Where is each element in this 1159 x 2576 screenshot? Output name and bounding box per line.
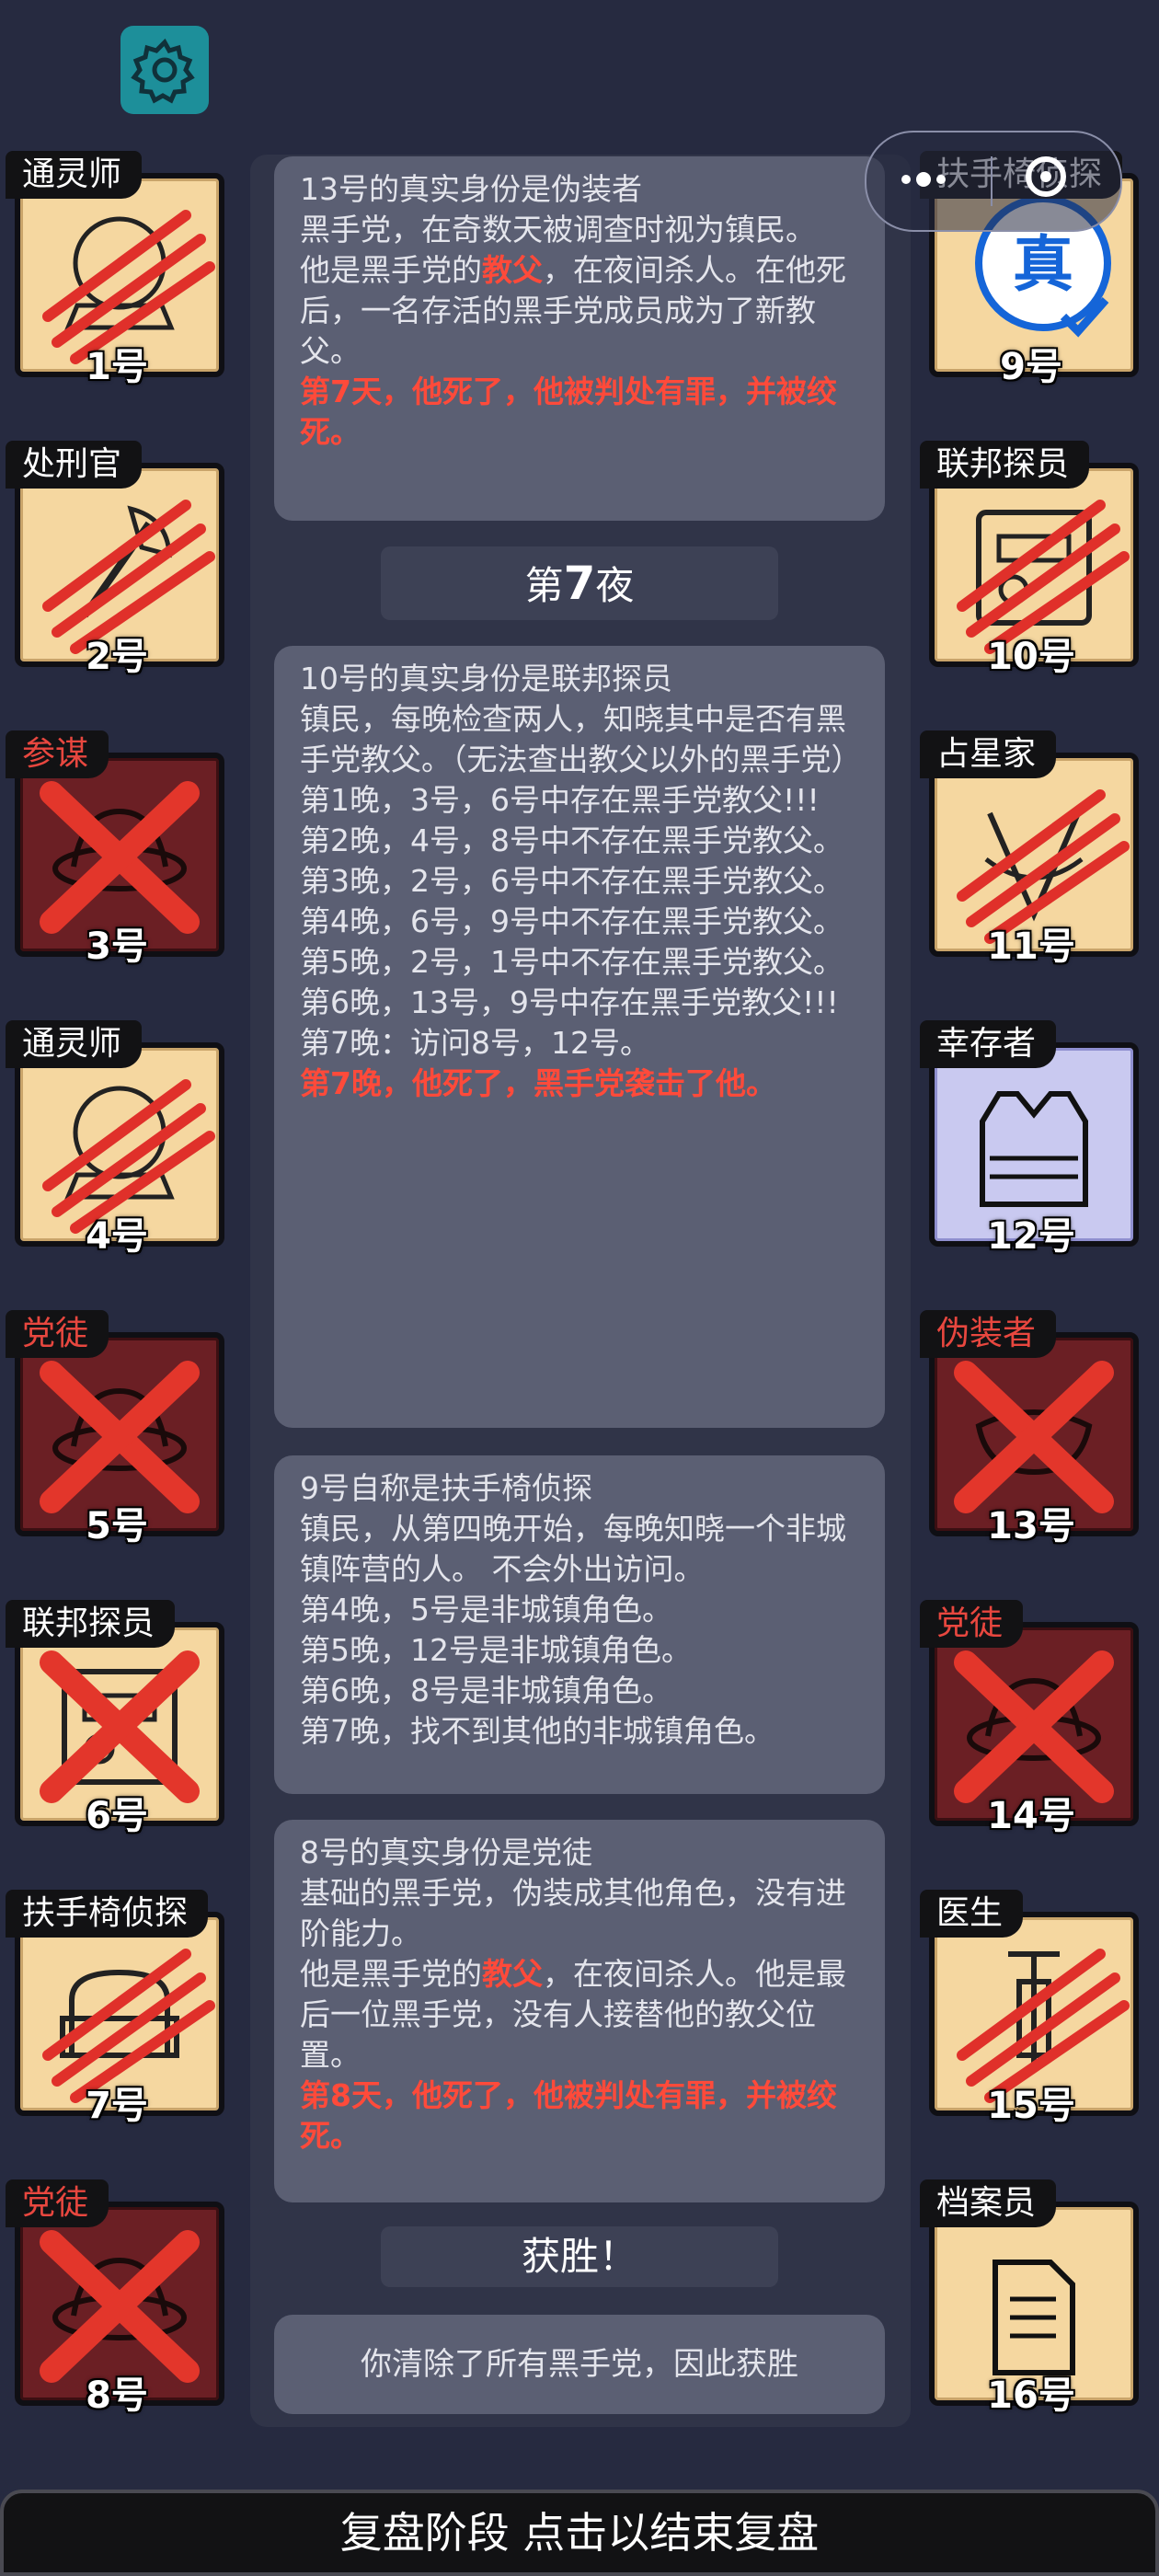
- player-role-label: 党徒: [920, 1600, 1024, 1648]
- log-line: 黑手党，在奇数天被调查时视为镇民。: [300, 212, 816, 247]
- player-card[interactable]: 档案员 16号: [920, 2179, 1142, 2417]
- log-line: 第7晚：访问8号，12号。: [300, 1025, 650, 1061]
- log-line: 镇民，每晚检查两人，知晓其中是否有黑手党教父。（无法查出教父以外的黑手党）: [300, 701, 862, 777]
- log-line: 9号自称是扶手椅侦探: [300, 1470, 592, 1506]
- player-role-label: 医生: [920, 1890, 1024, 1938]
- player-role-label: 参谋: [6, 730, 109, 778]
- player-number: 12号: [987, 1215, 1075, 1258]
- player-number: 3号: [86, 926, 148, 968]
- more-dots-icon[interactable]: [901, 169, 951, 188]
- log-line: 他是黑手党的教父，在夜间杀人。他是最后一位黑手党，没有人接替他的教父位置。: [300, 1956, 846, 2073]
- player-card[interactable]: 党徒 5号: [6, 1310, 228, 1547]
- player-number: 15号: [987, 2085, 1075, 2127]
- log-line: 第3晚，2号，6号中不存在黑手党教父。: [300, 863, 843, 899]
- night-header: 第7夜: [381, 546, 778, 620]
- mini-program-capsule: [865, 131, 1122, 232]
- player-number: 9号: [1000, 346, 1062, 388]
- capsule-divider: [991, 156, 993, 206]
- log-line: 基础的黑手党，伪装成其他角色，没有进阶能力。: [300, 1875, 846, 1951]
- player-card[interactable]: 通灵师 1号: [6, 151, 228, 388]
- player-card[interactable]: 幸存者 12号: [920, 1020, 1142, 1258]
- log-line: 第5晚，12号是非城镇角色。: [300, 1632, 692, 1668]
- player-number: 1号: [86, 346, 148, 388]
- player-role-label: 占星家: [920, 730, 1057, 778]
- death-cross-icon: [40, 1650, 200, 1803]
- log-line: 第2晚，4号，8号中不存在黑手党教父。: [300, 822, 843, 858]
- death-note: 第8天，他死了，他被判处有罪，并被绞死。: [300, 2077, 837, 2154]
- settings-button[interactable]: [120, 26, 209, 114]
- log-line: 第6晚，8号是非城镇角色。: [300, 1673, 672, 1708]
- log-entry-13: 13号的真实身份是伪装者 黑手党，在奇数天被调查时视为镇民。 他是黑手党的教父，…: [274, 156, 885, 521]
- player-role-label: 通灵师: [6, 151, 143, 199]
- player-role-label: 处刑官: [6, 441, 143, 489]
- result-text: 你清除了所有黑手党，因此获胜: [274, 2315, 885, 2414]
- player-card[interactable]: 扶手椅侦探 7号: [6, 1890, 228, 2127]
- victory-header: 获胜！: [381, 2226, 778, 2287]
- player-number: 4号: [86, 1215, 148, 1258]
- log-line: 第4晚，5号是非城镇角色。: [300, 1592, 672, 1627]
- player-number: 13号: [987, 1505, 1075, 1547]
- keyword-godfather: 教父: [482, 1956, 543, 1992]
- keyword-godfather: 教父: [482, 252, 543, 288]
- player-role-label: 档案员: [920, 2179, 1057, 2227]
- log-entry-8: 8号的真实身份是党徒 基础的黑手党，伪装成其他角色，没有进阶能力。 他是黑手党的…: [274, 1820, 885, 2202]
- log-entry-10: 10号的真实身份是联邦探员 镇民，每晚检查两人，知晓其中是否有黑手党教父。（无法…: [274, 646, 885, 1428]
- log-line: 第5晚，2号，1号中不存在黑手党教父。: [300, 944, 843, 980]
- player-card[interactable]: 医生 15号: [920, 1890, 1142, 2127]
- player-number: 14号: [987, 1795, 1075, 1837]
- player-role-label: 扶手椅侦探: [6, 1890, 209, 1938]
- player-card[interactable]: 伪装者 13号: [920, 1310, 1142, 1547]
- death-note: 第7天，他死了，他被判处有罪，并被绞死。: [300, 374, 837, 450]
- log-line: 10号的真实身份是联邦探员: [300, 661, 672, 696]
- log-line: 镇民，从第四晚开始，每晚知晓一个非城镇阵营的人。 不会外出访问。: [300, 1511, 846, 1587]
- player-role-label: 联邦探员: [6, 1600, 176, 1648]
- player-number: 2号: [86, 636, 148, 678]
- player-role-label: 幸存者: [920, 1020, 1057, 1068]
- player-number: 11号: [987, 926, 1075, 968]
- player-number: 10号: [987, 636, 1075, 678]
- player-number: 5号: [86, 1505, 148, 1547]
- log-entry-9: 9号自称是扶手椅侦探 镇民，从第四晚开始，每晚知晓一个非城镇阵营的人。 不会外出…: [274, 1455, 885, 1794]
- log-line: 第1晚，3号，6号中存在黑手党教父!!!: [300, 782, 820, 818]
- death-cross-icon: [954, 1361, 1114, 1513]
- player-card[interactable]: 占星家 11号: [920, 730, 1142, 968]
- player-number: 7号: [86, 2085, 148, 2127]
- player-role-label: 伪装者: [920, 1310, 1057, 1358]
- player-card[interactable]: 通灵师 4号: [6, 1020, 228, 1258]
- player-number: 8号: [86, 2375, 148, 2417]
- player-role-label: 联邦探员: [920, 441, 1090, 489]
- log-line: 13号的真实身份是伪装者: [300, 171, 642, 207]
- player-number: 16号: [987, 2375, 1075, 2417]
- svg-text:真: 真: [1013, 229, 1073, 300]
- player-card[interactable]: 联邦探员 10号: [920, 441, 1142, 678]
- close-circle-icon[interactable]: [1026, 156, 1066, 197]
- log-line: 第4晚，6号，9号中不存在黑手党教父。: [300, 903, 843, 939]
- player-card[interactable]: 联邦探员 6号: [6, 1600, 228, 1837]
- log-line: 他是黑手党的教父，在夜间杀人。在他死后，一名存活的黑手党成员成为了新教父。: [300, 252, 846, 369]
- player-role-label: 党徒: [6, 1310, 109, 1358]
- player-role-label: 通灵师: [6, 1020, 143, 1068]
- log-line: 第7晚，找不到其他的非城镇角色。: [300, 1713, 775, 1749]
- player-card[interactable]: 参谋 3号: [6, 730, 228, 968]
- log-line: 第6晚，13号，9号中存在黑手党教父!!!: [300, 984, 839, 1020]
- gear-icon: [131, 38, 195, 104]
- player-card[interactable]: 党徒 8号: [6, 2179, 228, 2417]
- player-card[interactable]: 党徒 14号: [920, 1600, 1142, 1837]
- player-card[interactable]: 处刑官 2号: [6, 441, 228, 678]
- player-number: 6号: [86, 1795, 148, 1837]
- log-line: 8号的真实身份是党徒: [300, 1834, 592, 1870]
- end-review-button[interactable]: 复盘阶段 点击以结束复盘: [0, 2490, 1159, 2576]
- death-note: 第7晚，他死了，黑手党袭击了他。: [300, 1065, 776, 1101]
- player-role-label: 党徒: [6, 2179, 109, 2227]
